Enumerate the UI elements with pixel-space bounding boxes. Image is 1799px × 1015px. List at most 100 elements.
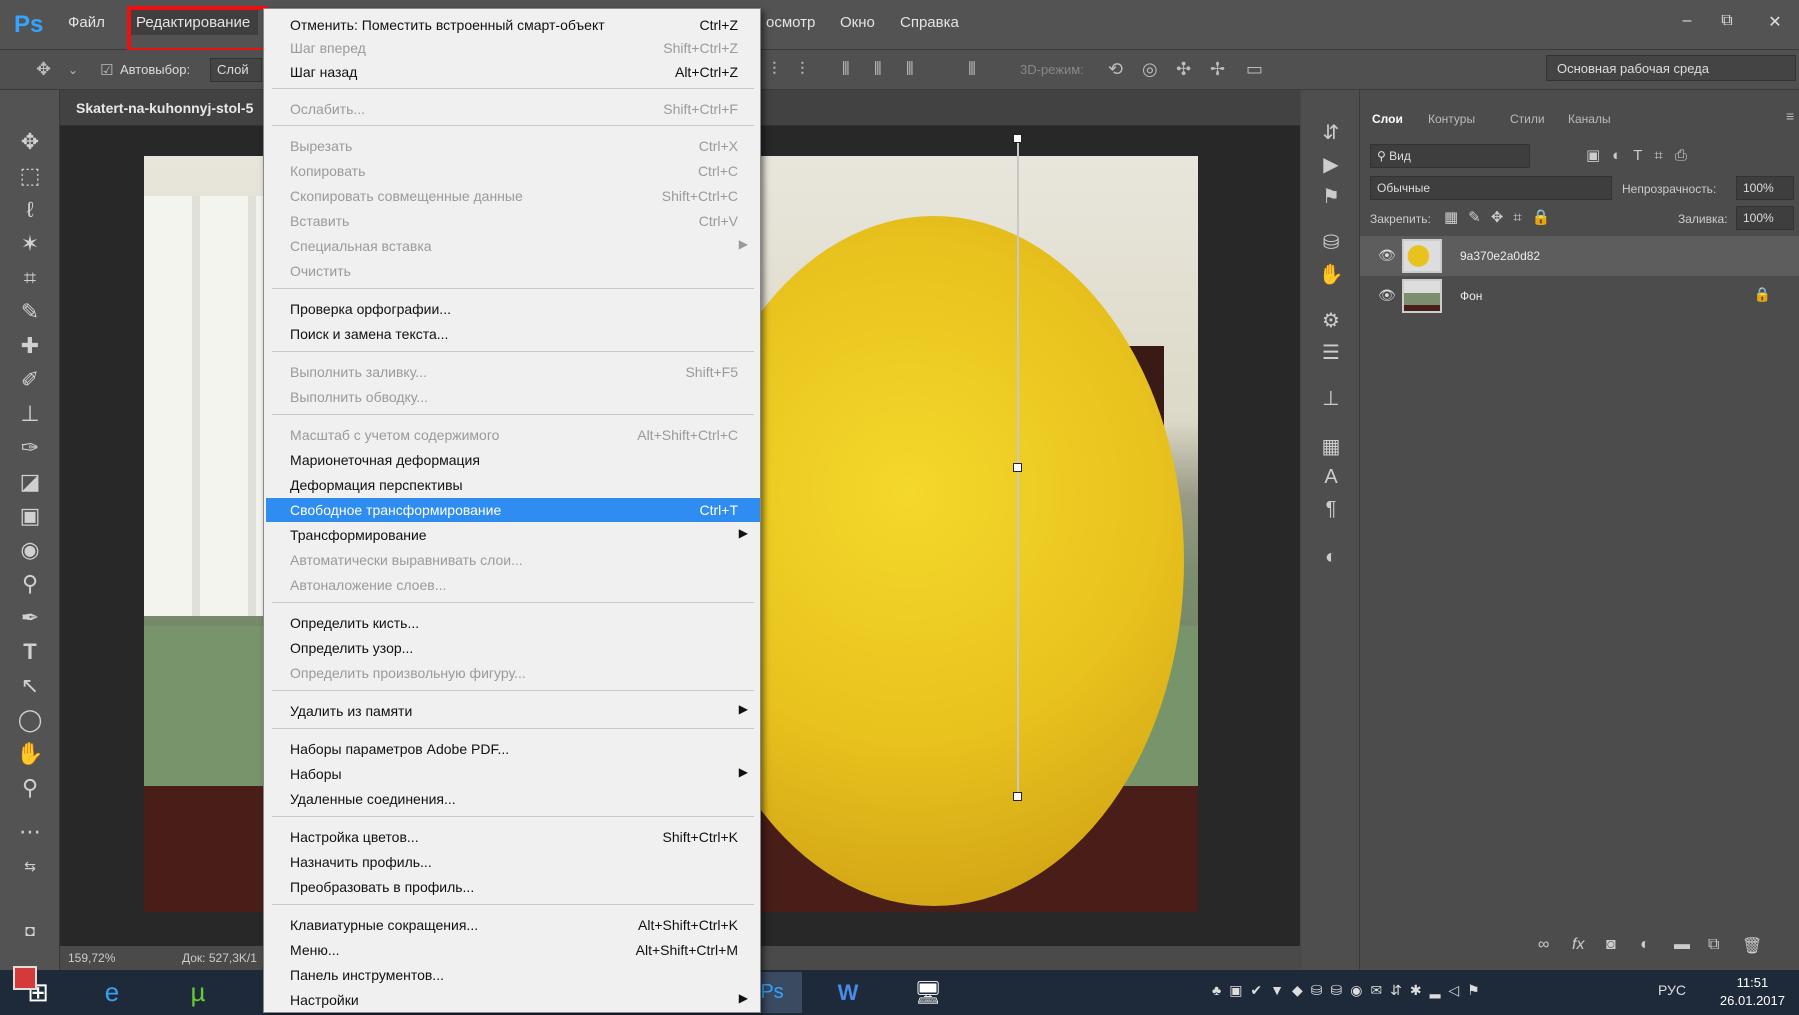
menu-item-purge[interactable]: Удалить из памяти ▶ bbox=[266, 699, 760, 723]
menu-item-content-aware-scale[interactable]: Масштаб с учетом содержимого Alt+Shift+Ct… bbox=[266, 423, 760, 447]
computer-icon[interactable]: 🖥 bbox=[898, 972, 958, 1013]
hand-tool-icon[interactable]: ✋ bbox=[0, 738, 60, 770]
align-bottom-icon[interactable]: ⫶ bbox=[772, 59, 777, 80]
menu-help[interactable]: Справка bbox=[900, 14, 959, 31]
menu-item-preferences[interactable]: Настройки ▶ bbox=[266, 988, 760, 1012]
align-center-icon[interactable]: ⫶ bbox=[800, 59, 805, 80]
distribute-left-icon[interactable]: ⫴ bbox=[842, 59, 850, 80]
transform-handle-middle[interactable] bbox=[1013, 463, 1022, 472]
gradient-tool-icon[interactable]: ▣ bbox=[0, 500, 60, 532]
menu-item-spellcheck[interactable]: Проверка орфографии... bbox=[266, 297, 760, 321]
eye-icon[interactable]: 👁 bbox=[1378, 287, 1396, 304]
menu-item-cut[interactable]: Вырезать Ctrl+X bbox=[266, 134, 760, 158]
navigator-panel-icon[interactable]: ◐ bbox=[1302, 546, 1360, 569]
tool-presets-icon[interactable]: ⚑ bbox=[1302, 184, 1360, 209]
3d-rotate-icon[interactable]: ⟲ bbox=[1108, 59, 1123, 80]
restore-button[interactable]: ⧉ bbox=[1712, 12, 1742, 30]
adjustments-panel-icon[interactable]: ✋ bbox=[1302, 262, 1360, 287]
menu-item-keyboard-shortcuts[interactable]: Клавиатурные сокращения... Alt+Shift+Ctrl… bbox=[266, 913, 760, 937]
menu-item-perspective-warp[interactable]: Деформация перспективы bbox=[266, 473, 760, 497]
internet-explorer-icon[interactable]: e bbox=[82, 972, 142, 1013]
close-button[interactable]: ✕ bbox=[1760, 12, 1790, 32]
pen-tool-icon[interactable]: ✒ bbox=[0, 602, 60, 634]
type-tool-icon[interactable]: T bbox=[0, 636, 60, 668]
auto-align-icon[interactable]: ⦀ bbox=[968, 59, 976, 80]
tab-styles[interactable]: Стили bbox=[1510, 112, 1545, 126]
system-tray-icons[interactable]: ♣▣✔▼◆⛁⛁◉✉⇵✱▂◁⚑ bbox=[1212, 982, 1488, 999]
layer-name[interactable]: 9a370e2a0d82 bbox=[1460, 249, 1540, 263]
distribute-center-icon[interactable]: ⫴ bbox=[874, 59, 882, 80]
character-panel-icon[interactable]: A bbox=[1302, 466, 1360, 489]
lasso-tool-icon[interactable]: ℓ bbox=[0, 194, 60, 226]
utorrent-icon[interactable]: µ bbox=[168, 972, 228, 1013]
3d-drag-icon[interactable]: ✣ bbox=[1176, 59, 1191, 80]
menu-item-define-pattern[interactable]: Определить узор... bbox=[266, 636, 760, 660]
taskbar-clock[interactable]: 11:51 26.01.2017 bbox=[1720, 974, 1785, 1010]
menu-item-menus[interactable]: Меню... Alt+Shift+Ctrl+M bbox=[266, 938, 760, 962]
tab-channels[interactable]: Каналы bbox=[1568, 112, 1611, 126]
chevron-down-icon[interactable]: ⌄ bbox=[68, 63, 78, 77]
move-tool-icon[interactable]: ✥ bbox=[0, 126, 60, 158]
3d-slide-icon[interactable]: ✢ bbox=[1210, 59, 1225, 80]
layer-filter-select[interactable]: ⚲ Вид bbox=[1370, 144, 1530, 168]
menu-item-color-settings[interactable]: Настройка цветов... Shift+Ctrl+K bbox=[266, 825, 760, 849]
layer-mask-icon[interactable]: ◙ bbox=[1606, 936, 1616, 954]
quick-mask-icon[interactable]: ◘ bbox=[0, 916, 60, 948]
menu-item-toolbar[interactable]: Панель инструментов... bbox=[266, 963, 760, 987]
transform-handle-bottom[interactable] bbox=[1013, 792, 1022, 801]
grid-panel-icon[interactable]: ▦ bbox=[1302, 434, 1360, 459]
dodge-tool-icon[interactable]: ⚲ bbox=[0, 568, 60, 600]
actions-panel-icon[interactable]: ▶ bbox=[1302, 152, 1360, 177]
menu-item-presets[interactable]: Наборы ▶ bbox=[266, 762, 760, 786]
menu-item-step-backward[interactable]: Шаг назад Alt+Ctrl+Z bbox=[266, 60, 760, 84]
menu-item-pdf-presets[interactable]: Наборы параметров Adobe PDF... bbox=[266, 737, 760, 761]
autoselect-select[interactable]: Слой bbox=[210, 58, 262, 82]
shape-tool-icon[interactable]: ◯ bbox=[0, 704, 60, 736]
menu-item-fade[interactable]: Ослабить... Shift+Ctrl+F bbox=[266, 97, 760, 121]
3d-roll-icon[interactable]: ◎ bbox=[1142, 59, 1158, 80]
tab-paths[interactable]: Контуры bbox=[1428, 112, 1475, 126]
eraser-tool-icon[interactable]: ◪ bbox=[0, 466, 60, 498]
layer-row[interactable]: 👁 9a370e2a0d82 bbox=[1360, 236, 1799, 276]
marquee-tool-icon[interactable]: ⬚ bbox=[0, 160, 60, 192]
layer-name[interactable]: Фон bbox=[1460, 289, 1482, 303]
magic-wand-icon[interactable]: ✶ bbox=[0, 228, 60, 260]
3d-panel-icon[interactable]: ⛁ bbox=[1302, 230, 1360, 255]
properties-panel-icon[interactable]: ⚙ bbox=[1302, 308, 1360, 333]
zoom-level[interactable]: 159,72% bbox=[68, 951, 115, 965]
menu-window[interactable]: Окно bbox=[840, 14, 875, 31]
menu-item-step-forward[interactable]: Шаг вперед Shift+Ctrl+Z bbox=[266, 36, 760, 60]
menu-item-define-brush[interactable]: Определить кисть... bbox=[266, 611, 760, 635]
foreground-color-swatch[interactable] bbox=[13, 966, 37, 990]
3d-camera-icon[interactable]: ▭ bbox=[1246, 59, 1263, 80]
more-tools-icon[interactable]: ⋯ bbox=[0, 816, 60, 848]
menu-item-paste-special[interactable]: Специальная вставка ▶ bbox=[266, 234, 760, 258]
minimize-button[interactable]: – bbox=[1672, 12, 1702, 30]
tab-layers[interactable]: Слои bbox=[1372, 112, 1403, 126]
menu-file[interactable]: Файл bbox=[68, 14, 105, 31]
menu-item-copy[interactable]: Копировать Ctrl+C bbox=[266, 159, 760, 183]
lock-icons[interactable]: ▦✎✥⌗🔒 bbox=[1444, 208, 1560, 226]
menu-edit[interactable]: Редактирование bbox=[128, 10, 259, 35]
transform-handle-top[interactable] bbox=[1013, 134, 1022, 143]
adjustment-layer-icon[interactable]: ◐ bbox=[1640, 936, 1650, 954]
blend-mode-select[interactable]: Обычные bbox=[1370, 176, 1612, 200]
word-icon[interactable]: W bbox=[818, 972, 878, 1013]
sliders-panel-icon[interactable]: ☰ bbox=[1302, 340, 1360, 365]
checkbox-icon[interactable]: ☑ bbox=[100, 61, 113, 79]
menu-view[interactable]: осмотр bbox=[766, 14, 815, 31]
menu-item-clear[interactable]: Очистить bbox=[266, 259, 760, 283]
panel-menu-icon[interactable]: ≡ bbox=[1786, 108, 1794, 124]
menu-item-free-transform[interactable]: Свободное трансформирование Ctrl+T bbox=[266, 498, 760, 522]
path-select-icon[interactable]: ↖ bbox=[0, 670, 60, 702]
language-indicator[interactable]: РУС bbox=[1658, 982, 1686, 998]
move-tool-icon[interactable]: ✥ bbox=[36, 59, 51, 80]
menu-item-remote-connections[interactable]: Удаленные соединения... bbox=[266, 787, 760, 811]
opacity-input[interactable]: 100% bbox=[1736, 176, 1794, 200]
clone-source-icon[interactable]: ⊥ bbox=[1302, 386, 1360, 411]
menu-item-assign-profile[interactable]: Назначить профиль... bbox=[266, 850, 760, 874]
layer-row[interactable]: 👁 Фон 🔒 bbox=[1360, 276, 1799, 316]
swap-colors-icon[interactable]: ⇆ bbox=[0, 850, 60, 882]
menu-item-auto-align[interactable]: Автоматически выравнивать слои... bbox=[266, 548, 760, 572]
menu-item-auto-blend[interactable]: Автоналожение слоев... bbox=[266, 573, 760, 597]
